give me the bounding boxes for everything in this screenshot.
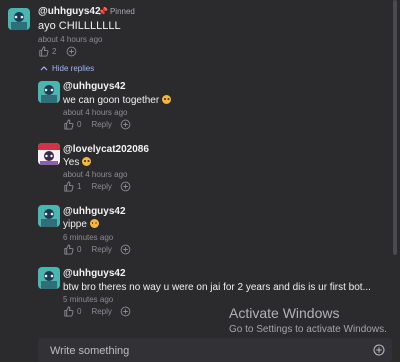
comment-text: ayo CHILLLLLLL — [38, 20, 121, 32]
reply-actions: 0 Reply — [63, 243, 131, 255]
reply-button[interactable]: Reply — [91, 120, 111, 129]
pinned-badge: 📌 Pinned — [98, 7, 135, 16]
add-circle-icon[interactable] — [120, 306, 131, 317]
add-circle-icon[interactable] — [120, 119, 131, 130]
comment-composer — [38, 338, 392, 362]
comment-input[interactable] — [48, 342, 352, 360]
reply-username[interactable]: @uhhguys42 — [63, 268, 126, 279]
reply-username[interactable]: @uhhguys42 — [63, 81, 126, 92]
reply-text: btw bro theres no way u were on jai for … — [63, 282, 371, 293]
reply-username[interactable]: @lovelycat202086 — [63, 144, 149, 155]
emoji-icon — [162, 95, 172, 104]
thumbs-up-icon[interactable] — [63, 305, 74, 317]
avatar[interactable] — [38, 205, 60, 227]
add-circle-icon[interactable] — [120, 181, 131, 192]
reply-button[interactable]: Reply — [91, 182, 111, 191]
reply-time: 5 minutes ago — [63, 295, 114, 304]
reply-time: about 4 hours ago — [63, 170, 128, 179]
hide-replies-link[interactable]: Hide replies — [40, 64, 94, 73]
reply-actions: 0 Reply — [63, 118, 131, 130]
avatar[interactable] — [8, 8, 30, 30]
reply-button[interactable]: Reply — [91, 307, 111, 316]
pinned-label: Pinned — [109, 7, 135, 16]
like-count: 0 — [77, 119, 82, 129]
like-count: 1 — [77, 181, 82, 191]
reply-text: Yes — [63, 157, 92, 168]
add-circle-icon[interactable] — [120, 244, 131, 255]
reply-button[interactable]: Reply — [91, 245, 111, 254]
emoji-icon — [89, 219, 99, 228]
reply-username[interactable]: @uhhguys42 — [63, 206, 126, 217]
thumbs-up-icon[interactable] — [38, 45, 49, 57]
reply-time: 6 minutes ago — [63, 233, 114, 242]
avatar[interactable] — [38, 267, 60, 289]
add-circle-icon[interactable] — [373, 344, 385, 356]
scrollbar[interactable] — [393, 0, 397, 255]
reply-actions: 0 Reply — [63, 305, 131, 317]
add-circle-icon[interactable] — [66, 46, 77, 57]
reply-text: we can goon together — [63, 95, 172, 106]
emoji-icon — [82, 157, 92, 166]
like-count: 2 — [52, 46, 57, 56]
avatar[interactable] — [38, 81, 60, 103]
activation-watermark-subtitle: Go to Settings to activate Windows. — [229, 324, 387, 335]
comment-time: about 4 hours ago — [38, 35, 103, 44]
chevron-up-icon — [40, 66, 48, 71]
comment-actions: 2 — [38, 45, 77, 57]
pin-icon: 📌 — [98, 7, 108, 16]
like-count: 0 — [77, 244, 82, 254]
thumbs-up-icon[interactable] — [63, 180, 74, 192]
hide-replies-label: Hide replies — [52, 64, 95, 73]
activation-watermark-title: Activate Windows — [229, 305, 340, 321]
avatar[interactable] — [38, 143, 60, 165]
thumbs-up-icon[interactable] — [63, 118, 74, 130]
comment-username[interactable]: @uhhguys42 — [38, 6, 101, 17]
thumbs-up-icon[interactable] — [63, 243, 74, 255]
reply-actions: 1 Reply — [63, 180, 131, 192]
reply-time: about 4 hours ago — [63, 108, 128, 117]
like-count: 0 — [77, 306, 82, 316]
reply-text: yippe — [63, 219, 99, 230]
